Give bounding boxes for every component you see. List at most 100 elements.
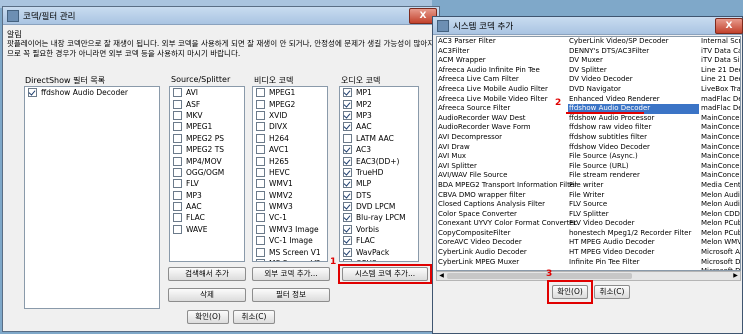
codec-list-item[interactable]: File Writer xyxy=(568,191,699,201)
codec-list-item[interactable]: Microsoft DTV xyxy=(700,258,740,268)
video-item[interactable]: WMV3 Image xyxy=(253,224,327,235)
codec-list-item[interactable]: AVI Mux xyxy=(437,152,567,162)
checkbox[interactable] xyxy=(256,99,265,109)
codec-list-item[interactable]: AVI Splitter xyxy=(437,162,567,172)
main-ok-button[interactable]: 확인(O) xyxy=(187,310,229,324)
codec-list-item[interactable]: MainConcept xyxy=(700,114,740,124)
scroll-right-arrow[interactable]: ▶ xyxy=(731,272,740,280)
codec-list-item[interactable]: Melon Audio I xyxy=(700,191,740,201)
codec-list-item[interactable]: CyberLink MPEG Muxer xyxy=(437,258,567,268)
codec-list-item[interactable]: ffdshow subtitles filter xyxy=(568,133,699,143)
scroll-thumb[interactable] xyxy=(447,273,632,279)
source-item[interactable]: OGG/OGM xyxy=(170,167,244,178)
main-cancel-button[interactable]: 취소(C) xyxy=(233,310,275,324)
checkbox[interactable] xyxy=(173,224,182,234)
codec-list-item[interactable]: File writer xyxy=(568,181,699,191)
video-item[interactable]: VC-1 Image xyxy=(253,235,327,246)
system-codec-list[interactable]: AC3 Parser Filter AC3Filter ACM Wrapper Afr… xyxy=(436,36,741,271)
codec-list-item[interactable]: Afreeca Live Mobile Video Filter xyxy=(437,95,567,105)
codec-list-item[interactable]: Closed Captions Analysis Filter xyxy=(437,200,567,210)
codec-list-item[interactable]: DVD Navigator xyxy=(568,85,699,95)
checkbox[interactable] xyxy=(173,88,182,98)
codec-list-item[interactable]: File Source (Async.) xyxy=(568,152,699,162)
codec-list-item[interactable]: iTV Data Sink xyxy=(700,56,740,66)
source-item[interactable]: MPEG2 TS xyxy=(170,144,244,155)
audio-item[interactable]: MP1 xyxy=(340,87,418,98)
codec-list-item[interactable]: HT MPEG Audio Decoder xyxy=(568,238,699,248)
audio-item[interactable]: OPUS xyxy=(340,258,418,261)
dialog-cancel-button[interactable]: 취소(C) xyxy=(594,285,630,299)
checkbox[interactable] xyxy=(256,133,265,143)
scroll-left-arrow[interactable]: ◀ xyxy=(437,272,446,280)
checkbox[interactable] xyxy=(28,88,37,98)
codec-list-item[interactable]: MainConcept xyxy=(700,171,740,181)
checkbox[interactable] xyxy=(256,259,265,261)
audio-item[interactable]: LATM AAC xyxy=(340,133,418,144)
checkbox[interactable] xyxy=(343,213,352,223)
codec-list-item[interactable]: Afreeca Live Mobile Audio Filter xyxy=(437,85,567,95)
checkbox[interactable] xyxy=(343,236,352,246)
checkbox[interactable] xyxy=(173,156,182,166)
checkbox[interactable] xyxy=(256,247,265,257)
video-item[interactable]: HEVC xyxy=(253,167,327,178)
codec-list-item[interactable]: Infinite Pin Tee Filter xyxy=(568,258,699,268)
video-item[interactable]: DIVX xyxy=(253,121,327,132)
checkbox[interactable] xyxy=(173,167,182,177)
audio-item[interactable]: AAC xyxy=(340,121,418,132)
checkbox[interactable] xyxy=(343,202,352,212)
checkbox[interactable] xyxy=(343,224,352,234)
checkbox[interactable] xyxy=(343,247,352,257)
codec-list-item[interactable]: MainConcept xyxy=(700,143,740,153)
checkbox[interactable] xyxy=(173,133,182,143)
checkbox[interactable] xyxy=(173,179,182,189)
checkbox[interactable] xyxy=(256,202,265,212)
codec-list-item[interactable]: AudioRecorder WAV Dest xyxy=(437,114,567,124)
video-item[interactable]: WMV2 xyxy=(253,190,327,201)
codec-list-item[interactable]: MainConcept xyxy=(700,123,740,133)
codec-list-item[interactable]: AVI Decompressor xyxy=(437,133,567,143)
audio-item[interactable]: AC3 xyxy=(340,144,418,155)
codec-list-item[interactable]: Conexant UYVY Color Format Converter xyxy=(437,219,577,229)
codec-list-item[interactable]: File Source (URL) xyxy=(568,162,699,172)
codec-list-item[interactable]: LiveBox Trans xyxy=(700,85,740,95)
codec-list-item[interactable]: Melon Audio I xyxy=(700,200,740,210)
checkbox[interactable] xyxy=(173,213,182,223)
checkbox[interactable] xyxy=(343,167,352,177)
source-item[interactable]: AAC xyxy=(170,201,244,212)
checkbox[interactable] xyxy=(343,110,352,120)
codec-list-item[interactable]: AVI Draw xyxy=(437,143,567,153)
codec-list-item[interactable]: DV Splitter xyxy=(568,66,699,76)
source-item[interactable]: MKV xyxy=(170,110,244,121)
codec-list-item[interactable]: DV Video Decoder xyxy=(568,75,699,85)
checkbox[interactable] xyxy=(256,190,265,200)
codec-list-item[interactable]: BDA MPEG2 Transport Information Filter xyxy=(437,181,577,191)
codec-list-item[interactable]: Melon CDDA S xyxy=(700,210,740,220)
codec-list-item[interactable]: honestech Mpeg1/2 Recorder Filter xyxy=(568,229,699,239)
video-item[interactable]: WMV1 xyxy=(253,178,327,189)
filter-info-button[interactable]: 필터 정보 xyxy=(252,288,330,302)
codec-list-item[interactable]: CyberLink Video/SP Decoder xyxy=(568,37,699,47)
video-codec-list[interactable]: MPEG1 MPEG2 XVID DIVX H264 AVC1 H265 HEVC WMV1 WM… xyxy=(252,86,328,262)
source-item[interactable]: FLV xyxy=(170,178,244,189)
audio-item[interactable]: EAC3(DD+) xyxy=(340,155,418,166)
codec-list-item[interactable]: AC3 Parser Filter xyxy=(437,37,567,47)
codec-list-item[interactable]: FLV Splitter xyxy=(568,210,699,220)
checkbox[interactable] xyxy=(256,224,265,234)
audio-item[interactable]: DTS xyxy=(340,190,418,201)
checkbox[interactable] xyxy=(173,122,182,132)
source-splitter-list[interactable]: AVI ASF MKV MPEG1 MPEG2 PS MPEG2 TS MP4/MOV OGG… xyxy=(169,86,245,262)
source-item[interactable]: MPEG2 PS xyxy=(170,133,244,144)
codec-list-item[interactable]: CopyCompositeFilter xyxy=(437,229,567,239)
delete-button[interactable]: 삭제 xyxy=(168,288,246,302)
source-item[interactable]: MP3 xyxy=(170,190,244,201)
codec-list-item[interactable]: CyberLink Audio Decoder xyxy=(437,248,567,258)
codec-list-item[interactable]: Melon PCube xyxy=(700,229,740,239)
search-add-button[interactable]: 검색해서 추가 xyxy=(168,267,246,281)
codec-list-item[interactable]: Melon PCube xyxy=(700,219,740,229)
dialog-close-button[interactable]: X xyxy=(715,18,743,34)
codec-list-item[interactable]: Line 21 Decod xyxy=(700,66,740,76)
codec-list-item[interactable]: Microsoft AC3 xyxy=(700,248,740,258)
checkbox[interactable] xyxy=(173,110,182,120)
audio-item[interactable]: WavPack xyxy=(340,246,418,257)
video-item[interactable]: MS Screen V1 xyxy=(253,246,327,257)
